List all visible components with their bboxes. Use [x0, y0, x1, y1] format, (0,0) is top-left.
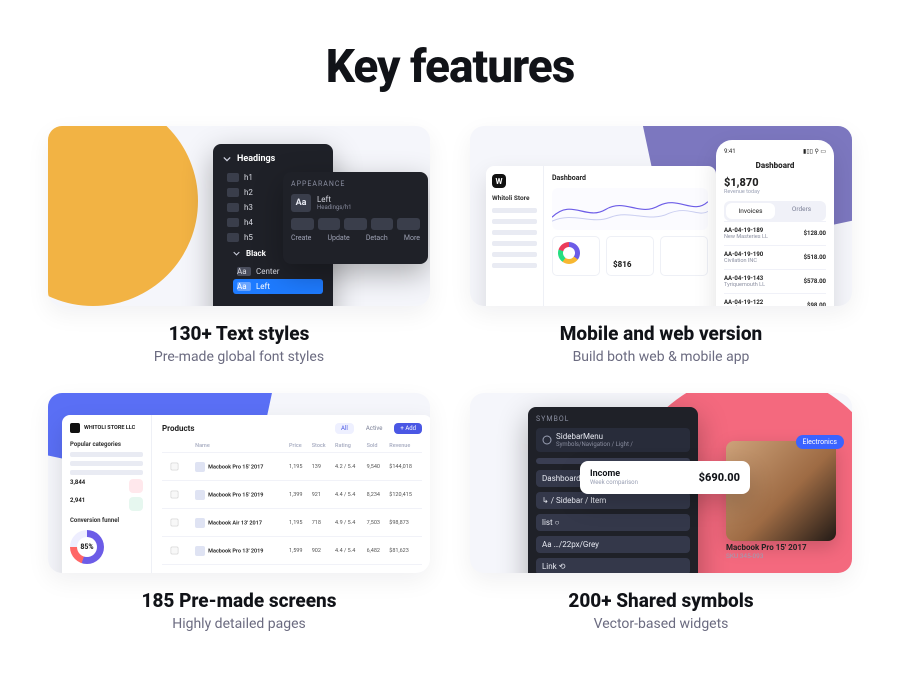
feature-title: Mobile and web version — [470, 322, 852, 345]
mobile-dashboard-preview: 9:41▮▯▯ ⚲ ▭ Dashboard $1,870 Revenue tod… — [716, 140, 834, 306]
feature-premade-screens: WHITOLI STORE LLC Popular categories 3,8… — [48, 393, 430, 632]
donut-chart-icon — [70, 530, 104, 564]
feature-title: 200+ Shared symbols — [470, 589, 852, 612]
feature-title: 185 Pre-made screens — [48, 589, 430, 612]
donut-chart-icon — [558, 242, 580, 264]
decorative-circle — [48, 126, 198, 306]
page-title: Key features — [48, 40, 852, 94]
feature-card: Headings h1 h2 h3 h4 h5 Black AaCenter A… — [48, 126, 430, 306]
sample-glyph-icon: Aa — [291, 194, 311, 212]
feature-card: Electronics Macbook Pro 15' 2017 SKU 345… — [470, 393, 852, 573]
feature-subtitle: Highly detailed pages — [48, 616, 430, 632]
add-button: + Add — [394, 423, 422, 434]
panel-heading: Headings — [223, 154, 323, 164]
features-grid: Headings h1 h2 h3 h4 h5 Black AaCenter A… — [48, 126, 852, 632]
selected-style-row: AaLeft — [233, 279, 323, 294]
brand-logo-icon — [70, 423, 80, 433]
table-row: Macbook Pro 13' 2019 1,5999024.4 / 5.46,… — [162, 537, 422, 565]
line-chart-preview — [552, 188, 708, 230]
symbol-icon — [542, 435, 552, 445]
feature-mobile-web: W Whitoli Store Dashboard $816 — [470, 126, 852, 365]
feature-card: W Whitoli Store Dashboard $816 — [470, 126, 852, 306]
feature-shared-symbols: Electronics Macbook Pro 15' 2017 SKU 345… — [470, 393, 852, 632]
product-caption: Macbook Pro 15' 2017 SKU 345-093 — [726, 543, 836, 560]
brand-logo-icon: W — [492, 174, 506, 188]
products-table: NamePriceStockRatingSoldRevenue Macbook … — [162, 440, 422, 573]
appearance-panel: APPEARANCE Aa Left Headings/h1 Create Up… — [283, 172, 428, 264]
signal-wifi-battery-icon: ▮▯▯ ⚲ ▭ — [803, 148, 826, 155]
feature-subtitle: Vector-based widgets — [470, 616, 852, 632]
feature-subtitle: Pre-made global font styles — [48, 349, 430, 365]
admin-screen-preview: WHITOLI STORE LLC Popular categories 3,8… — [62, 415, 430, 573]
segmented-control: Invoices Orders — [724, 201, 826, 221]
table-row: Microsoft Surface 1,1953124.6 / 5.45,124… — [162, 565, 422, 574]
web-dashboard-preview: W Whitoli Store Dashboard $816 — [486, 166, 716, 306]
feature-card: WHITOLI STORE LLC Popular categories 3,8… — [48, 393, 430, 573]
table-row: Macbook Pro 15' 2019 1,3999214.4 / 5.48,… — [162, 481, 422, 509]
income-popover: Income Week comparison $690.00 — [580, 461, 750, 494]
table-row: Macbook Air 13' 2017 1,1957184.9 / 5.47,… — [162, 509, 422, 537]
feature-subtitle: Build both web & mobile app — [470, 349, 852, 365]
category-badge: Electronics — [796, 435, 845, 449]
chevron-down-icon — [223, 155, 231, 163]
feature-text-styles: Headings h1 h2 h3 h4 h5 Black AaCenter A… — [48, 126, 430, 365]
chevron-down-icon — [233, 250, 240, 257]
table-row: Macbook Pro 15' 2017 1,1951394.2 / 5.49,… — [162, 453, 422, 481]
feature-title: 130+ Text styles — [48, 322, 430, 345]
